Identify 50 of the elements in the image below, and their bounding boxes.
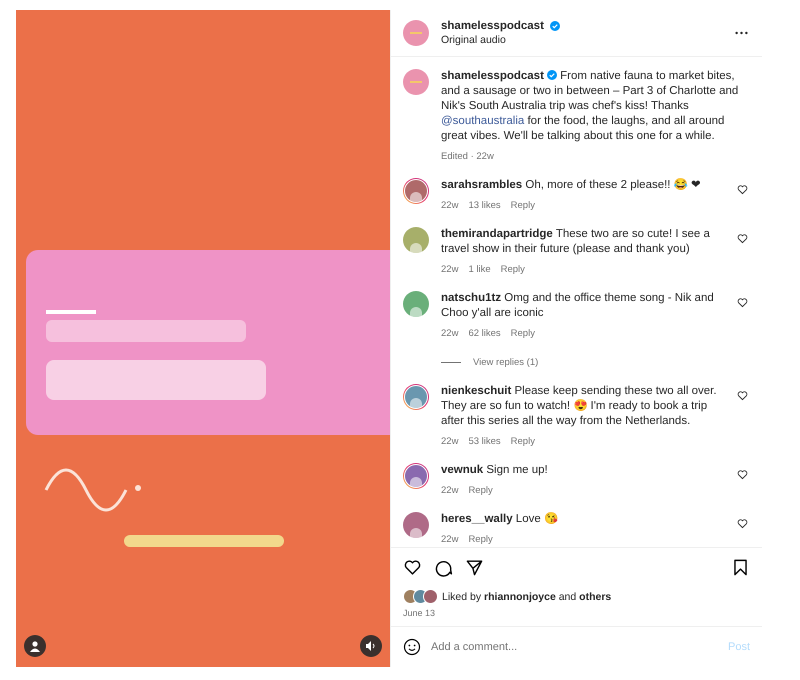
comment-icon[interactable]	[434, 558, 453, 577]
like-icon[interactable]	[737, 469, 748, 480]
caption-text: shamelesspodcast From native fauna to market bites, and a sausage or two in between – Part 3 of Charlotte and Nik's South Australia trip was chef's kiss! Thanks @southaustralia for the food, the laughs, and all around great vibes. We'll be talking about this one for a while.	[441, 69, 740, 144]
bookmark-icon[interactable]	[731, 558, 750, 577]
comment-time: 22w	[441, 485, 458, 496]
view-replies-link[interactable]: View replies (1)	[473, 357, 538, 368]
avatar[interactable]	[403, 384, 429, 410]
username[interactable]: shamelesspodcast	[441, 20, 544, 32]
avatar[interactable]	[403, 512, 429, 538]
like-icon[interactable]	[737, 233, 748, 244]
avatar[interactable]	[403, 291, 429, 317]
like-icon[interactable]	[737, 390, 748, 401]
audio-label[interactable]: Original audio	[441, 34, 723, 46]
comment-time: 22w	[441, 264, 458, 275]
liker-avatars	[403, 589, 438, 604]
comment-time: 22w	[441, 436, 458, 447]
avatar[interactable]	[403, 463, 429, 489]
reply-link[interactable]: Reply	[500, 264, 525, 275]
emoji-icon[interactable]	[403, 638, 421, 656]
mention-link[interactable]: @southaustralia	[441, 115, 524, 127]
reply-link[interactable]: Reply	[510, 436, 535, 447]
comment-text: vewnuk Sign me up!	[441, 463, 549, 478]
comment-time: 22w	[441, 200, 458, 211]
paper-plane-icon[interactable]	[465, 558, 484, 577]
reply-link[interactable]: Reply	[468, 485, 493, 496]
comment-text: sarahsrambles Oh, more of these 2 please!! 😂 ❤	[441, 178, 702, 193]
like-icon[interactable]	[737, 184, 748, 195]
liked-by-text[interactable]: Liked by rhiannonjoyce and others	[442, 590, 612, 602]
likes-count[interactable]: 62 likes	[468, 328, 501, 339]
speaker-icon	[365, 640, 377, 652]
post-meta: Edited · 22w	[441, 151, 495, 162]
likes-count[interactable]: 53 likes	[468, 436, 501, 447]
reply-link[interactable]: Reply	[510, 328, 535, 339]
comment-time: 22w	[441, 534, 458, 545]
avatar[interactable]	[403, 178, 429, 204]
comment-text: natschu1tz Omg and the office theme song - Nik and Choo y'all are iconic	[441, 291, 715, 321]
reply-link[interactable]: Reply	[468, 534, 493, 545]
like-icon[interactable]	[737, 297, 748, 308]
likes-count[interactable]: 1 like	[468, 264, 491, 275]
likes-count[interactable]: 13 likes	[468, 200, 501, 211]
comment-text: nienkeschuit Please keep sending these two all over. They are so fun to watch! 😍 I'm ready to book a trip after this series all the way from the Netherlands.	[441, 384, 718, 429]
comment-time: 22w	[441, 328, 458, 339]
reply-link[interactable]: Reply	[510, 200, 535, 211]
more-options-icon[interactable]	[735, 31, 748, 35]
comment-text: themirandapartridge These two are so cute! I see a travel show in their future (please and thank you)	[441, 227, 711, 257]
comment-text: heres__wally Love 😘	[441, 512, 559, 527]
person-icon	[29, 640, 41, 652]
post-date: June 13	[403, 608, 436, 618]
like-icon[interactable]	[737, 518, 748, 529]
heart-icon[interactable]	[403, 558, 422, 577]
